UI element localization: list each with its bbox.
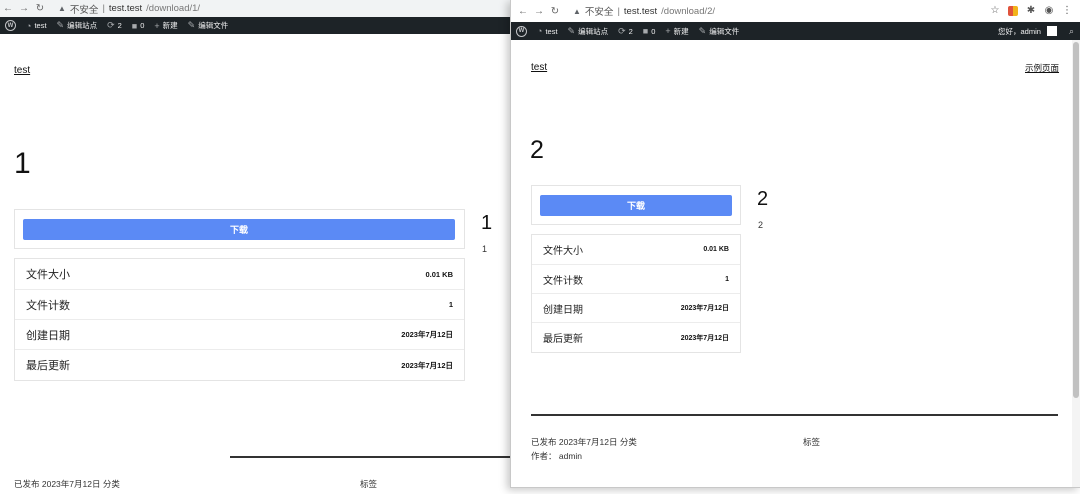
post-meta-published: 已发布 2023年7月12日 分类 — [14, 479, 120, 489]
info-row-count: 文件计数 1 — [15, 290, 464, 320]
download-button[interactable]: 下载 — [23, 219, 455, 240]
site-title-link[interactable]: test — [531, 62, 547, 73]
plus-icon: + — [665, 26, 671, 36]
info-row-created: 创建日期 2023年7月12日 — [15, 320, 464, 350]
back-arrow-icon[interactable]: ← — [0, 3, 16, 14]
dashboard-icon: ◔ — [26, 20, 32, 31]
side-number: 1 — [481, 212, 493, 234]
star-icon[interactable]: ☆ — [990, 6, 1000, 16]
info-row-updated: 最后更新 2023年7月12日 — [26, 360, 453, 372]
adminbar-new[interactable]: + 新建 — [665, 26, 688, 37]
profile-icon[interactable]: ◉ — [1044, 6, 1054, 16]
scrollbar-thumb[interactable] — [1073, 42, 1079, 398]
wp-admin-bar: W ◔ test ✎ 编辑站点 ⟳ 2 ■ 0 + 新建 ✎ 编辑文件 — [0, 17, 520, 34]
file-info-table: 文件大小 0.01 KB 文件计数 1 创建日期 2023年7月12日 最后更新… — [531, 234, 741, 353]
page-title: 1 — [14, 147, 31, 180]
side-subtitle: 2 — [758, 220, 764, 230]
adminbar-comments[interactable]: ■ 0 — [132, 21, 145, 31]
browser-extensions: ☆ ✱ ◉ ⋮ — [980, 6, 1080, 16]
browser-toolbar: ← → ↻ ▲ 不安全 | test.test/download/1/ — [0, 0, 520, 17]
url-host: test.test — [108, 3, 143, 14]
warning-icon: ▲ — [58, 4, 66, 13]
browser-toolbar: ← → ↻ ▲ 不安全 | test.test/download/2/ ☆ ✱ … — [511, 0, 1080, 22]
pencil-icon: ✎ — [698, 25, 707, 36]
adminbar-greeting[interactable]: 您好，admin — [998, 26, 1041, 37]
dashboard-icon: ◔ — [537, 26, 543, 36]
address-bar[interactable]: ▲ 不安全 | test.test/download/2/ — [567, 4, 980, 18]
browser-window-download-2: ← → ↻ ▲ 不安全 | test.test/download/2/ ☆ ✱ … — [510, 0, 1080, 488]
adminbar-new[interactable]: + 新建 — [154, 20, 177, 31]
adminbar-edit-site[interactable]: ✎ 编辑站点 — [568, 26, 609, 37]
adminbar-edit-file[interactable]: ✎ 编辑文件 — [699, 26, 740, 37]
plus-icon: + — [154, 20, 160, 31]
info-row-created: 创建日期 2023年7月12日 — [532, 294, 740, 323]
updates-icon: ⟳ — [107, 20, 115, 30]
post-meta-published: 已发布 2023年7月12日 分类 — [531, 437, 637, 447]
wp-admin-bar: W ◔ test ✎ 编辑站点 ⟳ 2 ■ 0 + 新建 ✎ 编辑文件 您好，admin ⌕ — [511, 22, 1080, 40]
side-number: 2 — [757, 188, 769, 210]
reload-icon[interactable]: ↻ — [32, 3, 48, 14]
avatar[interactable] — [1046, 26, 1057, 36]
wordpress-icon[interactable]: W — [5, 20, 16, 31]
url-path: /download/2/ — [661, 5, 716, 17]
security-label: 不安全 — [584, 7, 614, 18]
site-title-link[interactable]: test — [14, 65, 30, 76]
info-row-size: 文件大小 0.01 KB — [532, 235, 740, 265]
adminbar-updates[interactable]: ⟳ 2 — [618, 26, 633, 37]
comment-icon: ■ — [642, 26, 649, 36]
pencil-icon: ✎ — [187, 20, 196, 30]
vertical-scrollbar[interactable] — [1072, 40, 1080, 487]
menu-icon[interactable]: ⋮ — [1062, 6, 1072, 16]
adminbar-edit-file[interactable]: ✎ 编辑文件 — [188, 20, 229, 31]
address-bar[interactable]: ▲ 不安全 | test.test/download/1/ — [52, 1, 520, 16]
adminbar-site[interactable]: ◔ test — [26, 21, 47, 31]
download-button[interactable]: 下载 — [540, 195, 732, 216]
footer-divider — [230, 456, 520, 458]
url-path: /download/1/ — [146, 3, 201, 14]
forward-arrow-icon[interactable]: → — [16, 3, 32, 14]
footer-divider — [531, 414, 1058, 416]
wordpress-icon[interactable]: W — [516, 25, 527, 37]
sample-page-link[interactable]: 示例页面 — [1025, 62, 1059, 74]
puzzle-icon[interactable]: ✱ — [1026, 6, 1036, 16]
adminbar-comments[interactable]: ■ 0 — [643, 26, 656, 36]
updates-icon: ⟳ — [618, 25, 626, 36]
forward-arrow-icon[interactable]: → — [531, 6, 547, 17]
page-title: 2 — [530, 136, 544, 164]
file-info-table: 文件大小 0.01 KB 文件计数 1 创建日期 2023年7月12日 最后更新… — [14, 258, 465, 381]
side-subtitle: 1 — [482, 244, 488, 254]
search-icon[interactable]: ⌕ — [1069, 26, 1074, 37]
brush-icon: ✎ — [567, 25, 576, 36]
warning-icon: ▲ — [573, 6, 581, 16]
post-meta-author: 作者： admin — [531, 451, 583, 461]
adminbar-updates[interactable]: ⟳ 2 — [107, 20, 122, 31]
brush-icon: ✎ — [56, 20, 65, 30]
url-host: test.test — [623, 5, 658, 17]
info-row-size: 文件大小 0.01 KB — [15, 259, 464, 290]
adminbar-site[interactable]: ◔ test — [537, 26, 558, 36]
info-row-updated: 最后更新 2023年7月12日 — [543, 334, 729, 345]
adminbar-edit-site[interactable]: ✎ 编辑站点 — [57, 20, 98, 31]
browser-window-download-1: ← → ↻ ▲ 不安全 | test.test/download/1/ W ◔ t… — [0, 0, 520, 494]
comment-icon: ■ — [131, 20, 138, 31]
back-arrow-icon[interactable]: ← — [515, 6, 531, 17]
extension-icon[interactable] — [1008, 6, 1018, 16]
post-meta-tags: 标签 — [803, 437, 821, 447]
adminbar-account: 您好，admin ⌕ — [998, 26, 1080, 37]
reload-icon[interactable]: ↻ — [547, 6, 563, 17]
security-label: 不安全 — [69, 4, 99, 16]
info-row-count: 文件计数 1 — [532, 265, 740, 294]
post-meta-tags: 标签 — [360, 479, 378, 489]
